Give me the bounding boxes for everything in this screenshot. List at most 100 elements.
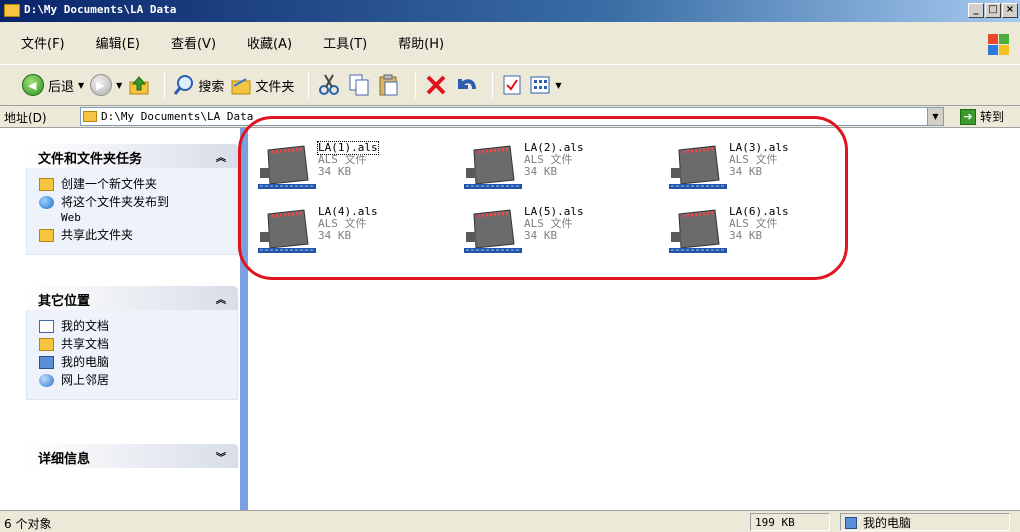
go-button[interactable]: ➔ 转到 [960, 108, 1004, 125]
undo-button[interactable] [454, 73, 478, 97]
menu-tools[interactable]: 工具(T) [302, 36, 377, 54]
share-folder-icon [39, 229, 54, 242]
close-button[interactable]: × [1002, 3, 1018, 18]
my-documents-icon [39, 320, 54, 333]
undo-icon [458, 79, 477, 90]
address-label: 地址(D) [4, 111, 47, 125]
folders-label: 文件夹 [255, 79, 295, 95]
maximize-button[interactable]: □ [985, 3, 1001, 18]
shared-documents-icon [39, 338, 54, 351]
cut-icon [319, 74, 340, 95]
task-share-folder[interactable]: 共享此文件夹 [39, 228, 237, 243]
menu-help[interactable]: 帮助(H) [377, 36, 454, 54]
highlight-annotation [238, 116, 848, 280]
status-bar: 6 个对象 199 KB 我的电脑 [0, 510, 1020, 532]
details-title: 详细信息 [38, 452, 91, 467]
details-header[interactable]: 详细信息 ︾ [26, 444, 238, 468]
menu-view[interactable]: 查看(V) [150, 36, 226, 54]
toolbar: ◀ 后退 ▼ ▶ ▼ 搜索 文件夹 ▼ [0, 64, 1020, 106]
forward-button[interactable]: ▶ ▼ [90, 74, 122, 96]
folders-button[interactable]: 文件夹 [230, 74, 294, 96]
task-label: 共享此文件夹 [61, 228, 134, 242]
place-label: 网上邻居 [61, 373, 110, 387]
task-label: 创建一个新文件夹 [61, 177, 158, 191]
forward-dropdown-icon[interactable]: ▼ [116, 81, 122, 90]
copy-button[interactable] [347, 73, 371, 97]
other-places-header[interactable]: 其它位置 ︽ [26, 286, 238, 310]
place-label: 我的电脑 [61, 355, 110, 369]
menu-edit[interactable]: 编辑(E) [75, 36, 150, 54]
menu-file[interactable]: 文件(F) [0, 36, 75, 54]
up-folder-icon [129, 76, 149, 95]
location-label: 我的电脑 [863, 516, 912, 530]
my-computer-icon [845, 516, 857, 529]
task-label-web: Web [61, 211, 81, 224]
title-bar[interactable]: D:\My Documents\LA Data _ □ × [0, 0, 1020, 22]
total-size: 199 KB [750, 513, 830, 531]
other-places-title: 其它位置 [38, 294, 91, 309]
copy-icon [349, 74, 369, 96]
task-pane-inner: 文件和文件夹任务 ︽ 创建一个新文件夹 将这个文件夹发布到 Web 共享此文件夹… [0, 128, 240, 510]
delete-icon [426, 75, 446, 95]
window-controls: _ □ × [967, 3, 1018, 18]
place-my-computer[interactable]: 我的电脑 [39, 355, 237, 370]
place-shared-documents[interactable]: 共享文档 [39, 337, 237, 352]
cut-button[interactable] [317, 73, 341, 97]
views-button[interactable]: ▼ [529, 74, 562, 96]
task-label: 将这个文件夹发布到 [61, 195, 170, 209]
properties-icon [503, 75, 521, 95]
collapse-chevron-icon[interactable]: ︽ [216, 149, 226, 164]
toolbar-separator [164, 72, 166, 98]
toolbar-separator [308, 72, 310, 98]
search-icon [174, 75, 194, 95]
address-value: D:\My Documents\LA Data [101, 110, 254, 123]
views-icon [530, 76, 550, 94]
toolbar-separator [492, 72, 494, 98]
expand-chevron-icon[interactable]: ︾ [216, 449, 226, 464]
search-label: 搜索 [198, 79, 225, 95]
network-places-icon [39, 374, 54, 387]
back-dropdown-icon[interactable]: ▼ [78, 81, 84, 90]
task-publish-web[interactable]: 将这个文件夹发布到 Web [39, 195, 237, 225]
folders-icon [231, 78, 251, 95]
new-folder-icon [39, 178, 54, 191]
go-label: 转到 [980, 110, 1005, 124]
menu-list: 文件(F) 编辑(E) 查看(V) 收藏(A) 工具(T) 帮助(H) [0, 36, 454, 54]
details-panel: 详细信息 ︾ [26, 444, 238, 468]
place-my-documents[interactable]: 我的文档 [39, 319, 237, 334]
place-label: 我的文档 [61, 319, 110, 333]
minimize-button[interactable]: _ [968, 3, 984, 18]
file-tasks-body: 创建一个新文件夹 将这个文件夹发布到 Web 共享此文件夹 [26, 168, 238, 255]
views-dropdown-icon[interactable]: ▼ [555, 81, 561, 90]
go-arrow-icon: ➔ [960, 108, 976, 125]
paste-button[interactable] [377, 73, 401, 97]
back-arrow-icon: ◀ [22, 74, 44, 96]
paste-icon [379, 74, 398, 96]
file-tasks-header[interactable]: 文件和文件夹任务 ︽ [26, 144, 238, 168]
menu-favorites[interactable]: 收藏(A) [226, 36, 302, 54]
place-label: 共享文档 [61, 337, 110, 351]
task-new-folder[interactable]: 创建一个新文件夹 [39, 177, 237, 192]
up-folder-button[interactable] [128, 74, 150, 96]
file-tasks-panel: 文件和文件夹任务 ︽ 创建一个新文件夹 将这个文件夹发布到 Web 共享此文件夹 [26, 144, 238, 255]
toolbar-separator [415, 72, 417, 98]
task-pane: 文件和文件夹任务 ︽ 创建一个新文件夹 将这个文件夹发布到 Web 共享此文件夹… [0, 128, 248, 510]
delete-button[interactable] [424, 73, 448, 97]
file-tasks-title: 文件和文件夹任务 [38, 152, 143, 167]
collapse-chevron-icon[interactable]: ︽ [216, 291, 226, 306]
back-label: 后退 [48, 79, 75, 95]
forward-arrow-icon: ▶ [90, 74, 113, 96]
other-places-panel: 其它位置 ︽ 我的文档 共享文档 我的电脑 网上邻居 [26, 286, 238, 400]
place-network[interactable]: 网上邻居 [39, 373, 237, 388]
window-title: D:\My Documents\LA Data [24, 3, 177, 16]
other-places-body: 我的文档 共享文档 我的电脑 网上邻居 [26, 310, 238, 400]
back-button[interactable]: ◀ 后退 ▼ [22, 74, 84, 96]
publish-web-icon [39, 196, 54, 209]
windows-logo-icon [988, 34, 1010, 56]
object-count: 6 个对象 [4, 517, 52, 531]
search-button[interactable]: 搜索 [173, 74, 224, 96]
address-dropdown-icon[interactable]: ▼ [927, 108, 943, 125]
properties-button[interactable] [501, 74, 523, 96]
folder-icon [83, 111, 97, 122]
status-location: 我的电脑 [840, 513, 1010, 531]
